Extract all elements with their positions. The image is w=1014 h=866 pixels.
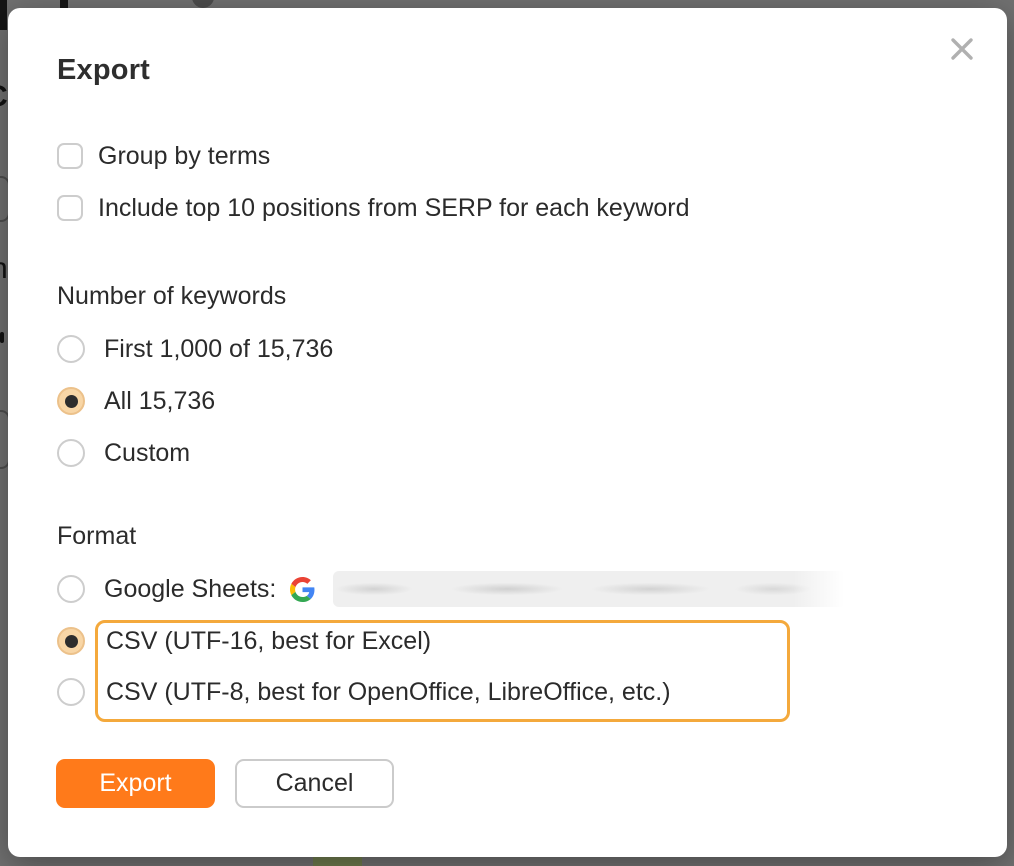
google-sheets-radio[interactable]	[57, 575, 85, 603]
format-option-csv-utf16[interactable]: CSV (UTF-16, best for Excel)	[57, 627, 431, 655]
keywords-option-custom[interactable]: Custom	[57, 439, 190, 467]
radio-label: Custom	[104, 439, 190, 468]
keywords-option-all[interactable]: All 15,736	[57, 387, 215, 415]
google-logo-icon	[290, 577, 315, 602]
radio-label: CSV (UTF-16, best for Excel)	[106, 627, 431, 656]
format-option-csv-utf8[interactable]: CSV (UTF-8, best for OpenOffice, LibreOf…	[57, 678, 671, 706]
keywords-section-label: Number of keywords	[57, 282, 286, 311]
background-help-icon	[192, 0, 214, 8]
group-by-terms-option[interactable]: Group by terms	[57, 142, 270, 170]
include-serp-positions-option[interactable]: Include top 10 positions from SERP for e…	[57, 194, 690, 222]
radio-label: Google Sheets:	[104, 575, 276, 604]
checkbox-label: Include top 10 positions from SERP for e…	[98, 194, 690, 223]
csv-utf8-radio[interactable]	[57, 678, 85, 706]
group-by-terms-checkbox[interactable]	[57, 143, 83, 169]
redacted-account-fade	[793, 568, 853, 610]
export-dialog: Export Group by terms Include top 10 pos…	[8, 8, 1007, 857]
custom-keywords-radio[interactable]	[57, 439, 85, 467]
background-text-fragment: n	[0, 252, 8, 286]
format-section-label: Format	[57, 522, 136, 551]
background-text-fragment: C	[0, 80, 8, 114]
radio-label: All 15,736	[104, 387, 215, 416]
format-option-google-sheets[interactable]: Google Sheets:	[57, 575, 323, 603]
cancel-button[interactable]: Cancel	[235, 759, 394, 808]
close-icon	[947, 34, 981, 64]
csv-utf16-radio[interactable]	[57, 627, 85, 655]
radio-label: CSV (UTF-8, best for OpenOffice, LibreOf…	[106, 678, 671, 707]
checkbox-label: Group by terms	[98, 142, 270, 171]
close-button[interactable]	[947, 32, 981, 66]
all-keywords-radio[interactable]	[57, 387, 85, 415]
background-text-fragment	[0, 0, 7, 30]
background-text-fragment	[0, 332, 4, 343]
dialog-title: Export	[57, 54, 150, 87]
include-serp-positions-checkbox[interactable]	[57, 195, 83, 221]
radio-label: First 1,000 of 15,736	[104, 335, 333, 364]
keywords-option-first-1000[interactable]: First 1,000 of 15,736	[57, 335, 333, 363]
redacted-google-account	[333, 571, 845, 607]
first-1000-radio[interactable]	[57, 335, 85, 363]
background-text-fragment	[60, 0, 68, 8]
radio-dot	[65, 635, 78, 648]
radio-dot	[65, 395, 78, 408]
export-button[interactable]: Export	[56, 759, 215, 808]
